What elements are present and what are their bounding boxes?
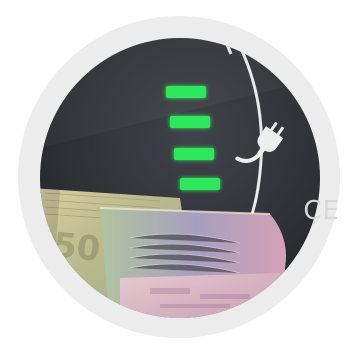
ev-photo-illustration: 50 <box>40 38 320 318</box>
battery-bar-1 <box>166 86 206 98</box>
battery-bar-4 <box>180 178 220 190</box>
battery-bar-2 <box>170 116 210 128</box>
battery-bar-3 <box>174 148 214 160</box>
photo-canvas: 50 CE <box>0 0 356 354</box>
display-text-ce: CE <box>303 196 340 226</box>
photo-circle: 50 <box>40 38 320 318</box>
